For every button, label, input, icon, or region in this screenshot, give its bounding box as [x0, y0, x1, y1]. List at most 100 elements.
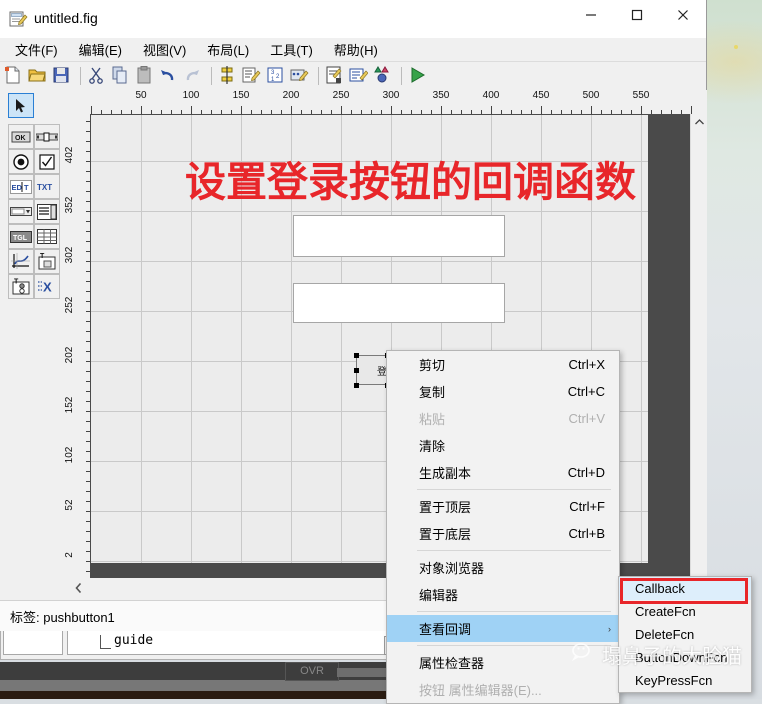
selection-handle[interactable] — [353, 352, 359, 358]
menu-bar: 文件(F) 编辑(E) 视图(V) 布局(L) 工具(T) 帮助(H) — [0, 38, 706, 62]
list-box-tool[interactable] — [34, 199, 60, 224]
menu-item-shortcut: Ctrl+F — [569, 499, 605, 514]
ctx-editor[interactable]: 编辑器 — [387, 581, 619, 608]
menu-item-label: 对象浏览器 — [419, 561, 485, 576]
menu-help[interactable]: 帮助(H) — [325, 38, 387, 61]
push-button-tool[interactable]: OK — [8, 124, 34, 149]
object-browser-icon[interactable] — [372, 65, 394, 87]
menu-separator — [417, 550, 611, 551]
save-disk-icon[interactable] — [51, 65, 73, 87]
menu-item-label: 编辑器 — [419, 588, 459, 603]
ruler-tick — [691, 106, 692, 114]
property-inspector-icon[interactable] — [348, 65, 370, 87]
tab-order-editor-icon[interactable]: 312 — [265, 65, 287, 87]
ruler-label-v: 252 — [64, 296, 75, 314]
vertical-ruler: 402 352 302 252 202 152 102 52 2 — [62, 114, 90, 578]
static-text-tool[interactable]: TXT — [34, 174, 60, 199]
open-folder-icon[interactable] — [27, 65, 49, 87]
toolbar-editor-icon[interactable] — [289, 65, 311, 87]
ruler-tick — [541, 106, 542, 114]
panel-tool[interactable]: T — [34, 249, 60, 274]
button-group-tool[interactable]: T — [8, 274, 34, 299]
taskbar-band-gray — [0, 680, 414, 691]
copy-icon[interactable] — [110, 65, 132, 87]
m-file-editor-icon[interactable] — [324, 65, 346, 87]
ctx-cut[interactable]: 剪切 Ctrl+X — [387, 351, 619, 378]
ctx-copy[interactable]: 复制 Ctrl+C — [387, 378, 619, 405]
desktop-speck — [734, 45, 738, 49]
menu-edit[interactable]: 编辑(E) — [70, 38, 131, 61]
slider-tool[interactable] — [34, 124, 60, 149]
menu-item-shortcut: Ctrl+X — [568, 357, 605, 372]
edit-box-password[interactable] — [293, 283, 505, 323]
toggle-button-tool[interactable]: TGL — [8, 224, 34, 249]
redo-arrow-icon[interactable] — [182, 65, 204, 87]
matlab-command-text: guide — [114, 633, 154, 648]
ctx-send-to-back[interactable]: 置于底层 Ctrl+B — [387, 520, 619, 547]
scroll-up-icon[interactable] — [691, 114, 707, 130]
menu-view[interactable]: 视图(V) — [134, 38, 195, 61]
ruler-tick — [491, 106, 492, 114]
toolbar-separator — [211, 67, 212, 85]
table-tool[interactable] — [34, 224, 60, 249]
activex-control-tool[interactable]: X — [34, 274, 60, 299]
menu-editor-icon[interactable] — [241, 65, 263, 87]
menu-item-label: 清除 — [419, 439, 446, 454]
maximize-button[interactable] — [614, 0, 660, 30]
menu-tools[interactable]: 工具(T) — [261, 38, 322, 61]
edit-box-username[interactable] — [293, 215, 505, 257]
edit-text-tool[interactable]: ED T — [8, 174, 34, 199]
ruler-label-v: 352 — [64, 196, 75, 214]
submenu-callback[interactable]: Callback — [619, 577, 751, 600]
svg-text:T: T — [24, 183, 29, 192]
ruler-label-h: 50 — [135, 90, 147, 101]
vertical-scrollbar[interactable] — [690, 114, 707, 578]
ruler-tick — [341, 106, 342, 114]
ruler-label-v: 52 — [64, 499, 75, 511]
ctx-bring-to-front[interactable]: 置于顶层 Ctrl+F — [387, 493, 619, 520]
scroll-left-icon[interactable] — [70, 580, 86, 596]
ruler-label-v: 102 — [64, 446, 75, 464]
menu-item-shortcut: Ctrl+B — [568, 526, 605, 541]
ctx-clear[interactable]: 清除 — [387, 432, 619, 459]
radio-button-tool[interactable] — [8, 149, 34, 174]
selection-handle[interactable] — [353, 382, 359, 388]
overwrite-indicator: OVR — [285, 662, 339, 681]
ruler-label-v: 402 — [64, 146, 75, 164]
menu-item-shortcut: Ctrl+D — [567, 465, 605, 480]
selection-handle[interactable] — [353, 367, 359, 373]
undo-arrow-icon[interactable] — [158, 65, 180, 87]
window-title: untitled.fig — [34, 10, 98, 26]
matlab-command-window[interactable]: guide — [67, 627, 407, 655]
ruler-label-v: 302 — [64, 246, 75, 264]
align-objects-icon[interactable] — [217, 65, 239, 87]
check-box-tool[interactable] — [34, 149, 60, 174]
ruler-tick — [141, 106, 142, 114]
menu-layout[interactable]: 布局(L) — [198, 38, 258, 61]
select-arrow-tool[interactable] — [8, 93, 34, 118]
pop-up-menu-tool[interactable] — [8, 199, 34, 224]
axes-tool[interactable] — [8, 249, 34, 274]
submenu-keypressfcn[interactable]: KeyPressFcn — [619, 669, 751, 692]
run-figure-icon[interactable] — [407, 65, 429, 87]
paste-icon[interactable] — [134, 65, 156, 87]
close-button[interactable] — [660, 0, 706, 30]
minimize-button[interactable] — [568, 0, 614, 30]
ctx-object-browser[interactable]: 对象浏览器 — [387, 554, 619, 581]
svg-text:ED: ED — [12, 183, 23, 192]
submenu-createfcn[interactable]: CreateFcn — [619, 600, 751, 623]
menu-file[interactable]: 文件(F) — [6, 38, 67, 61]
matlab-left-pane — [3, 627, 63, 655]
ctx-paste: 粘贴 Ctrl+V — [387, 405, 619, 432]
ruler-tick — [241, 106, 242, 114]
wechat-icon — [571, 642, 602, 667]
svg-text:T: T — [40, 253, 45, 260]
menu-item-label: 粘贴 — [419, 412, 446, 427]
cut-scissors-icon[interactable] — [86, 65, 108, 87]
ctx-view-callbacks[interactable]: 查看回调 › — [387, 615, 619, 642]
grid-line-horizontal — [91, 261, 648, 262]
new-file-icon[interactable] — [3, 65, 25, 87]
svg-text:X: X — [43, 280, 52, 295]
ctx-duplicate[interactable]: 生成副本 Ctrl+D — [387, 459, 619, 486]
watermark: 塌鼻子的大脸猫 — [571, 640, 742, 669]
